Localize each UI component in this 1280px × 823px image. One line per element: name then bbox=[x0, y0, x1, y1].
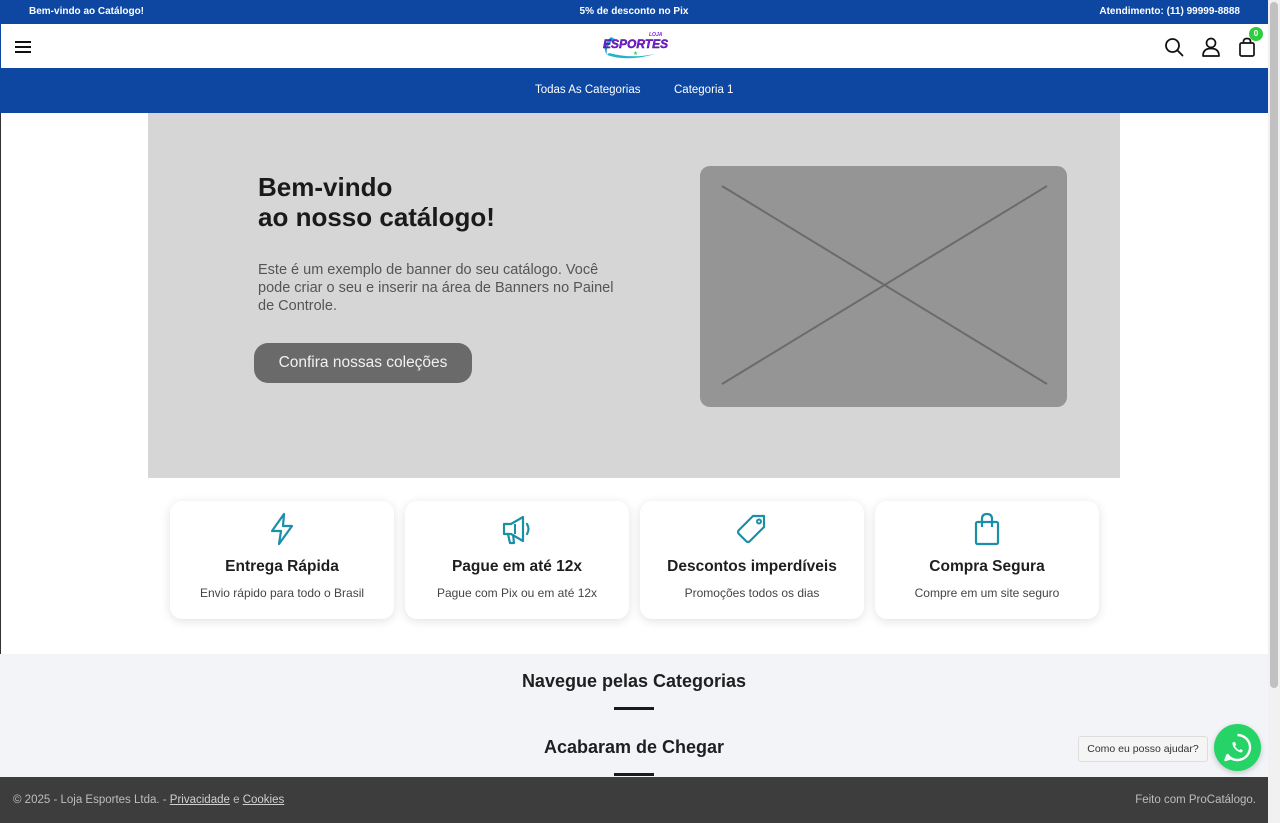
tag-icon bbox=[736, 514, 766, 544]
section-divider bbox=[614, 773, 654, 776]
banner-cta-button[interactable]: Confira nossas coleções bbox=[254, 343, 472, 383]
privacy-link[interactable]: Privacidade bbox=[170, 794, 230, 806]
menu-icon[interactable] bbox=[15, 41, 31, 53]
page-scrollbar[interactable] bbox=[1268, 0, 1280, 823]
section-divider bbox=[614, 707, 654, 710]
feature-title: Descontos imperdíveis bbox=[667, 558, 837, 575]
top-announcement-bar: Bem-vindo ao Catálogo! 5% de desconto no… bbox=[0, 0, 1268, 24]
categories-section-title: Navegue pelas Categorias bbox=[521, 671, 747, 691]
feature-card-discounts: Descontos imperdíveis Promoções todos os… bbox=[640, 501, 864, 619]
feature-card-secure: Compra Segura Compre em um site seguro bbox=[875, 501, 1099, 619]
feature-title: Compra Segura bbox=[929, 558, 1045, 575]
chat-help-bubble[interactable]: Como eu posso ajudar? bbox=[1078, 736, 1208, 762]
store-logo[interactable]: LOJA ESPORTES bbox=[597, 28, 675, 64]
copyright-text: © 2025 - Loja Esportes Ltda. - bbox=[13, 794, 170, 806]
shopping-bag-icon bbox=[974, 512, 1000, 546]
feature-title: Pague em até 12x bbox=[451, 558, 583, 575]
megaphone-icon bbox=[502, 515, 530, 545]
page-left-border bbox=[0, 113, 1, 654]
site-footer: © 2025 - Loja Esportes Ltda. - Privacida… bbox=[0, 777, 1268, 823]
whatsapp-icon bbox=[1224, 733, 1252, 762]
feature-desc: Compre em um site seguro bbox=[914, 586, 1060, 600]
feature-desc: Pague com Pix ou em até 12x bbox=[436, 586, 598, 600]
nav-item-category-1[interactable]: Categoria 1 bbox=[674, 84, 733, 96]
cookies-link[interactable]: Cookies bbox=[243, 794, 285, 806]
site-header: LOJA ESPORTES 0 bbox=[0, 24, 1268, 68]
promo-text: 5% de desconto no Pix bbox=[579, 6, 689, 17]
banner-title-line-2: ao nosso catálogo! bbox=[258, 202, 495, 232]
search-icon[interactable] bbox=[1164, 37, 1184, 57]
feature-card-installments: Pague em até 12x Pague com Pix ou em até… bbox=[405, 501, 629, 619]
banner-text: Este é um exemplo de banner do seu catál… bbox=[258, 262, 614, 314]
cart-count-badge: 0 bbox=[1249, 27, 1263, 41]
hero-banner[interactable]: Bem-vindo ao nosso catálogo! Este é um e… bbox=[148, 113, 1120, 478]
feature-card-delivery: Entrega Rápida Envio rápido para todo o … bbox=[170, 501, 394, 619]
feature-title: Entrega Rápida bbox=[225, 558, 339, 575]
banner-title-line-1: Bem-vindo bbox=[258, 172, 393, 202]
image-placeholder-icon bbox=[721, 185, 1048, 385]
feature-desc: Envio rápido para todo o Brasil bbox=[199, 586, 365, 600]
footer-copyright: © 2025 - Loja Esportes Ltda. - Privacida… bbox=[13, 794, 284, 806]
feature-desc: Promoções todos os dias bbox=[684, 586, 820, 600]
nav-item-all-categories[interactable]: Todas As Categorias bbox=[535, 84, 640, 96]
user-icon[interactable] bbox=[1201, 37, 1221, 57]
support-phone: Atendimento: (11) 99999-8888 bbox=[1099, 6, 1240, 17]
and-text: e bbox=[229, 794, 243, 806]
category-nav: Todas As Categorias Categoria 1 bbox=[0, 68, 1268, 113]
made-with-text: Feito com ProCatálogo. bbox=[1135, 794, 1256, 806]
logo-main-text: ESPORTES bbox=[603, 37, 668, 51]
whatsapp-button[interactable] bbox=[1214, 724, 1261, 771]
banner-image-placeholder bbox=[700, 166, 1067, 407]
banner-title: Bem-vindo ao nosso catálogo! bbox=[258, 172, 638, 232]
lightning-icon bbox=[270, 512, 294, 546]
scrollbar-thumb[interactable] bbox=[1270, 2, 1278, 688]
